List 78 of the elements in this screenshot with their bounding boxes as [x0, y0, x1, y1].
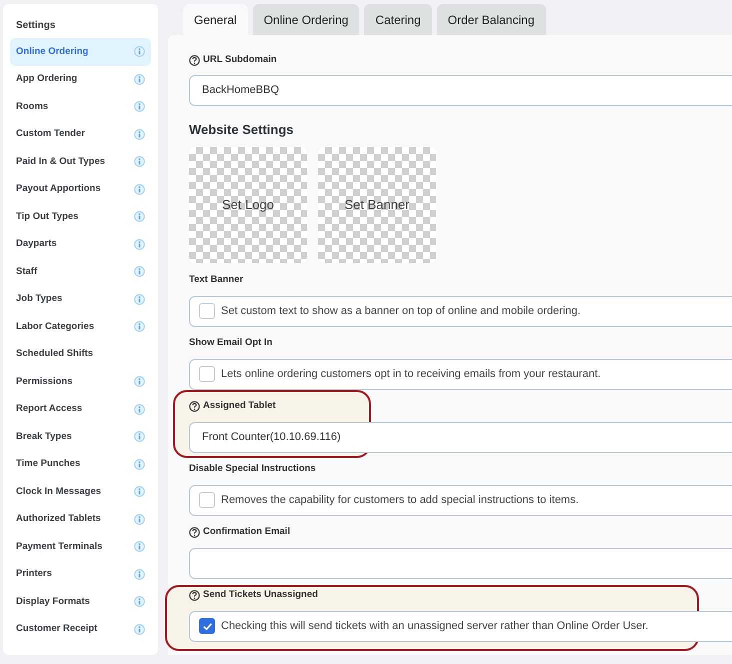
info-icon[interactable]	[134, 74, 145, 85]
info-icon[interactable]	[134, 321, 145, 332]
input-field[interactable]: BackHomeBBQ	[189, 75, 732, 106]
sidebar-item[interactable]: Permissions	[10, 368, 151, 396]
sidebar-item[interactable]: Report Access	[10, 396, 151, 423]
sidebar-item[interactable]: Staff	[10, 258, 151, 286]
checkbox[interactable]	[199, 618, 215, 634]
info-icon[interactable]	[134, 404, 145, 415]
field-label: Assigned Tablet	[203, 399, 276, 414]
info-icon[interactable]	[134, 376, 145, 388]
help-icon[interactable]	[189, 527, 200, 538]
info-icon[interactable]	[134, 184, 145, 195]
sidebar-item[interactable]: Authorized Tablets	[10, 506, 151, 533]
info-icon[interactable]	[134, 431, 145, 442]
sidebar-item[interactable]: Online Ordering	[10, 38, 151, 66]
tab[interactable]: Order Balancing	[436, 4, 546, 35]
tab[interactable]: General	[183, 4, 248, 35]
info-icon[interactable]	[134, 211, 145, 222]
info-icon[interactable]	[134, 541, 145, 552]
field-label: Send Tickets Unassigned	[203, 588, 318, 602]
info-icon[interactable]	[134, 156, 145, 168]
sidebar-item[interactable]: Clock In Messages	[10, 478, 151, 506]
sidebar-item[interactable]: Custom Tender	[10, 120, 151, 148]
checkbox-label: Removes the capability for customers to add special instructions to items.	[221, 492, 579, 508]
sidebar-item[interactable]: Labor Categories	[10, 313, 151, 340]
input-field[interactable]: Front Counter(10.10.69.116)	[189, 422, 732, 452]
sidebar-item[interactable]: Printers	[10, 560, 151, 588]
info-icon[interactable]	[134, 101, 145, 112]
sidebar-item[interactable]: Payment Terminals	[10, 533, 151, 560]
info-icon[interactable]	[134, 46, 145, 58]
sidebar-item[interactable]: Time Punches	[10, 450, 151, 478]
checkbox-field[interactable]: Set custom text to show as a banner on top of online and mobile ordering.	[189, 296, 732, 326]
sidebar-item[interactable]: Display Formats	[10, 588, 151, 616]
field-label: Show Email Opt In	[189, 336, 272, 350]
info-icon[interactable]	[134, 514, 145, 525]
checkbox-field[interactable]: Checking this will send tickets with an unassigned server rather than Online Order User.	[189, 610, 732, 642]
checkbox[interactable]	[199, 492, 215, 508]
checkbox[interactable]	[199, 366, 215, 382]
field-label: Confirmation Email	[203, 525, 290, 540]
help-icon[interactable]	[189, 590, 200, 601]
section-heading: Website Settings	[189, 121, 295, 139]
info-icon[interactable]	[134, 458, 145, 470]
info-icon[interactable]	[134, 128, 145, 140]
sidebar-item[interactable]: Dayparts	[10, 230, 151, 258]
help-icon[interactable]	[189, 401, 200, 412]
info-icon[interactable]	[134, 294, 145, 305]
sidebar-item[interactable]: Rooms	[10, 93, 151, 120]
checkbox-label: Checking this will send tickets with an unassigned server rather than Online Order User.	[221, 618, 648, 634]
image-upload-tile[interactable]: Set Logo	[189, 146, 307, 262]
checkbox-field[interactable]: Lets online ordering customers opt in to receiving emails from your restaurant.	[189, 358, 732, 390]
tab[interactable]: Catering	[364, 4, 432, 35]
checkbox-field[interactable]: Removes the capability for customers to add special instructions to items.	[189, 484, 732, 516]
info-icon[interactable]	[134, 486, 145, 498]
field-label: Text Banner	[189, 273, 244, 288]
info-icon[interactable]	[134, 596, 145, 608]
help-icon[interactable]	[189, 54, 200, 66]
input-field[interactable]	[189, 548, 732, 578]
sidebar-item[interactable]: Paid In & Out Types	[10, 148, 151, 176]
sidebar-title: Settings	[15, 19, 56, 33]
sidebar-item[interactable]: Customer Receipt	[10, 616, 151, 643]
sidebar-item[interactable]: Tip Out Types	[10, 203, 151, 230]
image-upload-tile[interactable]: Set Banner	[318, 146, 436, 262]
field-label: Disable Special Instructions	[189, 462, 316, 476]
info-icon[interactable]	[134, 568, 145, 580]
sidebar-item[interactable]: Payout Apportions	[10, 176, 151, 203]
sidebar-item[interactable]: Break Types	[10, 423, 151, 450]
info-icon[interactable]	[134, 266, 145, 278]
sidebar-item[interactable]: App Ordering	[10, 66, 151, 93]
info-icon[interactable]	[134, 624, 145, 635]
info-icon[interactable]	[134, 238, 145, 250]
field-label: URL Subdomain	[203, 52, 277, 67]
sidebar-item[interactable]: Job Types	[10, 286, 151, 313]
checkmark-icon	[202, 620, 212, 632]
checkbox-label: Set custom text to show as a banner on top of online and mobile ordering.	[221, 304, 581, 319]
tab[interactable]: Online Ordering	[252, 4, 360, 35]
sidebar-item[interactable]: Scheduled Shifts	[10, 340, 151, 368]
checkbox-label: Lets online ordering customers opt in to receiving emails from your restaurant.	[221, 366, 601, 382]
checkbox[interactable]	[199, 303, 215, 319]
